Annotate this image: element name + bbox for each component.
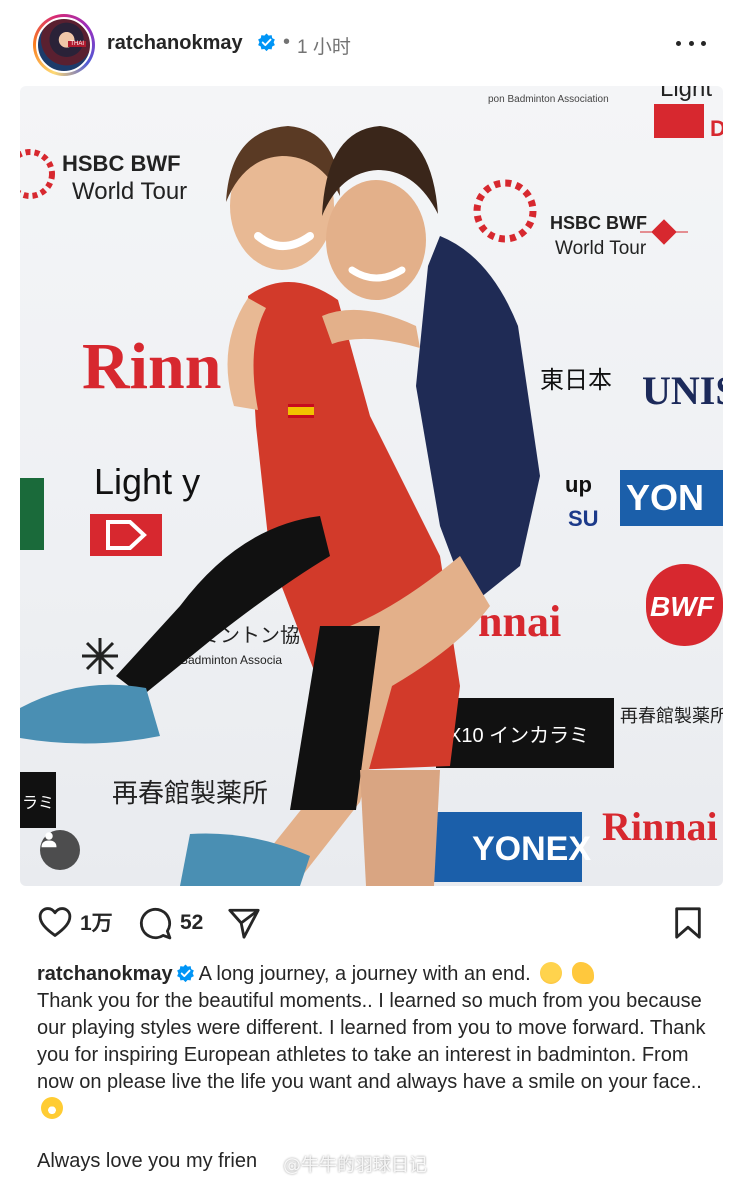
bwf-text: BWF xyxy=(650,591,715,622)
camera-text: X10 インカラミ xyxy=(448,725,589,747)
rinnai-left: Rinn xyxy=(82,330,221,403)
light-top: Light xyxy=(660,86,712,102)
su-text: SU xyxy=(568,506,599,531)
yonex-bottom: YONEX xyxy=(472,830,591,868)
share-icon[interactable] xyxy=(226,906,262,940)
association-top: pon Badminton Association xyxy=(488,94,609,105)
grinning-face-emoji-icon xyxy=(41,1097,63,1119)
svg-text:D: D xyxy=(710,116,723,141)
more-options-icon[interactable] xyxy=(676,32,706,54)
bwf-logo-left xyxy=(20,149,55,199)
story-ring[interactable]: THAI xyxy=(33,14,95,76)
like-count[interactable]: 1万 xyxy=(80,907,113,937)
caption-first-line: A long journey, a journey with an end. xyxy=(198,963,531,985)
flexed-biceps-emoji-icon xyxy=(571,962,594,984)
hsbc-left-1: HSBC BWF xyxy=(62,151,181,176)
seishunkan-right: 再春館製薬所 xyxy=(620,706,723,726)
caption-username[interactable]: ratchanokmay xyxy=(37,963,173,985)
east-japan: 東日本 xyxy=(540,367,612,394)
unis-text: UNIS xyxy=(642,368,723,413)
nnai-text: nnai xyxy=(478,597,561,646)
hsbc-right-2: World Tour xyxy=(555,238,647,259)
caption-last-line: Always love you my frien xyxy=(37,1150,258,1172)
rinnai-bottom: Rinnai xyxy=(602,804,718,849)
hsbc-right-1: HSBC BWF xyxy=(550,213,647,233)
light-left: Light y xyxy=(94,461,200,502)
comment-icon[interactable] xyxy=(138,906,172,940)
seishunkan-left: 再春館製薬所 xyxy=(112,778,268,808)
action-bar: 1万 52 xyxy=(0,898,741,950)
badminton-en: Badminton Associa xyxy=(180,653,282,667)
post-photo[interactable]: HSBC BWF World Tour pon Badminton Associ… xyxy=(20,86,723,886)
post-header: THAI ratchanokmay • 1 小时 xyxy=(0,0,741,86)
avatar[interactable]: THAI xyxy=(36,17,92,73)
post-username[interactable]: ratchanokmay xyxy=(107,32,243,55)
rami-text: ラミ xyxy=(22,795,54,812)
like-group: 1万 xyxy=(38,906,113,938)
pleading-face-emoji-icon xyxy=(540,962,563,984)
heart-icon[interactable] xyxy=(38,906,72,938)
athletes xyxy=(20,126,540,886)
comment-count[interactable]: 52 xyxy=(180,911,203,935)
watermark: @牛牛的羽球日记 xyxy=(283,1155,427,1176)
yonex-right: YON xyxy=(626,477,704,518)
person-icon xyxy=(41,832,57,848)
sun-logo xyxy=(82,638,118,674)
post-time[interactable]: 1 小时 xyxy=(297,32,351,59)
verified-badge-icon xyxy=(258,33,275,52)
caption-body: Thank you for the beautiful moments.. I … xyxy=(37,990,706,1093)
verified-badge-icon xyxy=(176,964,194,983)
caption: ratchanokmay A long journey, a journey w… xyxy=(37,961,717,1123)
comment-group: 52 xyxy=(138,906,203,940)
photo-scene: HSBC BWF World Tour pon Badminton Associ… xyxy=(20,86,723,886)
separator-dot: • xyxy=(283,31,291,53)
bookmark-icon[interactable] xyxy=(673,906,703,940)
hsbc-left-2: World Tour xyxy=(72,178,187,205)
tagged-users-button[interactable] xyxy=(40,830,80,870)
up-text: up xyxy=(565,472,592,497)
